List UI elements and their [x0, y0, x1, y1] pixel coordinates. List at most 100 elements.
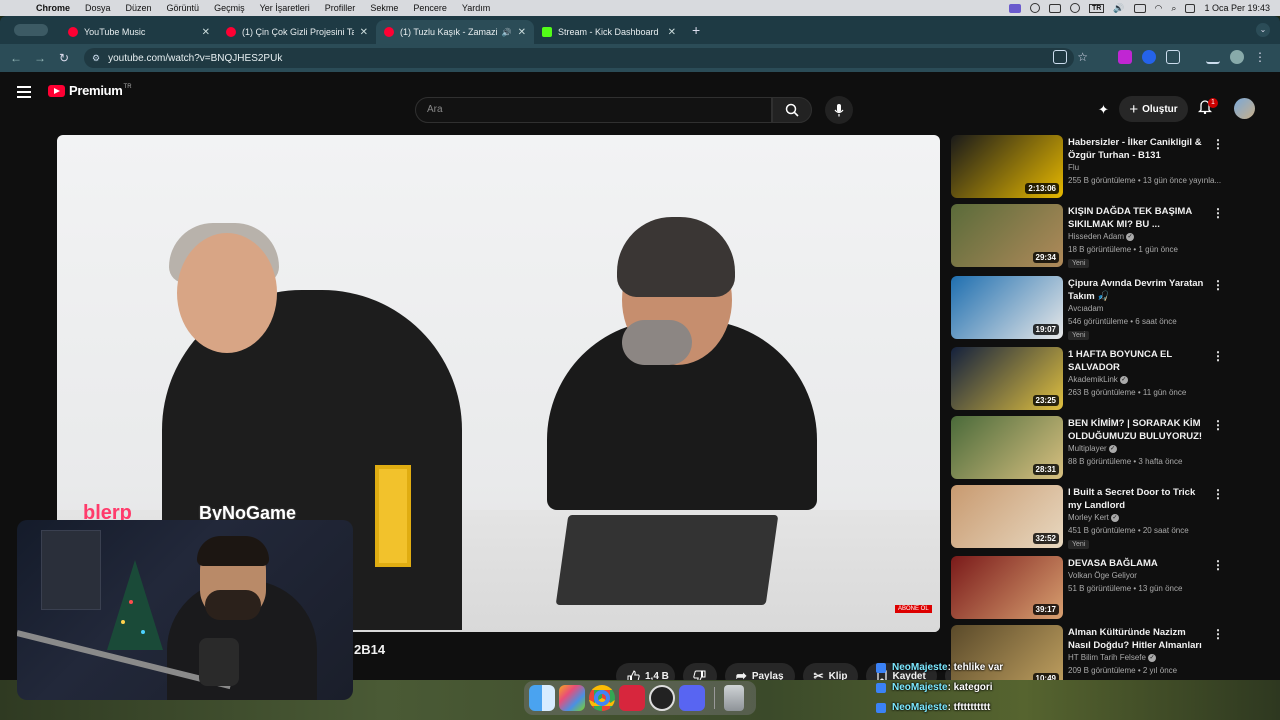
extensions-puzzle-icon[interactable]: [1166, 50, 1180, 64]
share-button[interactable]: ➦ Paylaş: [724, 663, 795, 680]
chrome-app-icon[interactable]: [589, 685, 615, 711]
more-options-icon[interactable]: ⋮: [1212, 627, 1224, 641]
trash-app-icon[interactable]: [724, 685, 744, 711]
display-icon[interactable]: [1133, 3, 1146, 13]
audio-icon[interactable]: [1069, 3, 1080, 13]
menubar-app-name[interactable]: Chrome: [36, 3, 70, 13]
close-tab-icon[interactable]: ✕: [202, 27, 210, 38]
recommendation-channel[interactable]: Volkan Öge Geliyor: [1068, 571, 1137, 580]
back-arrow-icon[interactable]: ←: [4, 51, 28, 65]
control-center-icon[interactable]: [1185, 3, 1196, 13]
recommendation-title[interactable]: BEN KİMİM? | SORARAK KİM OLDUĞUMUZU BULU…: [1068, 417, 1208, 443]
channel-name[interactable]: Avcıadam: [1068, 304, 1103, 313]
youtube-premium-logo[interactable]: Premium TR: [48, 83, 132, 98]
menu-sekme[interactable]: Sekme: [370, 3, 398, 13]
recommendation-title[interactable]: 1 HAFTA BOYUNCA EL SALVADOR TELEVİZYONLA…: [1068, 348, 1208, 374]
launchpad-app-icon[interactable]: [559, 685, 585, 711]
recommendation-item[interactable]: 19:07 Çipura Avında Devrim Yaratan Takım …: [950, 276, 1230, 342]
account-avatar[interactable]: [1234, 98, 1255, 119]
forward-arrow-icon[interactable]: →: [28, 51, 52, 65]
channel-name[interactable]: Hisseden Adam: [1068, 232, 1124, 241]
more-options-icon[interactable]: ⋮: [1212, 206, 1224, 220]
create-button[interactable]: + Oluştur: [1119, 96, 1188, 122]
recommendation-channel[interactable]: Avcıadam: [1068, 304, 1103, 313]
menu-gecmis[interactable]: Geçmiş: [214, 3, 245, 13]
video-thumbnail[interactable]: 2:13:06: [951, 135, 1063, 198]
menu-goruntu[interactable]: Görüntü: [167, 3, 200, 13]
recommendation-item[interactable]: 23:25 1 HAFTA BOYUNCA EL SALVADOR TELEVİZ…: [950, 347, 1230, 413]
menu-duzen[interactable]: Düzen: [126, 3, 152, 13]
obs-app-icon[interactable]: [649, 685, 675, 711]
spotlight-search-icon[interactable]: ⌕: [1171, 3, 1176, 14]
recommendation-item[interactable]: 32:52 I Built a Secret Door to Trick my L…: [950, 485, 1230, 551]
like-button[interactable]: 1,4 B: [616, 663, 675, 680]
menu-dosya[interactable]: Dosya: [85, 3, 111, 13]
extension-2-icon[interactable]: [1142, 50, 1156, 64]
recommendation-item[interactable]: 28:31 BEN KİMİM? | SORARAK KİM OLDUĞUMUZU…: [950, 416, 1230, 482]
input-source-indicator[interactable]: TR: [1088, 3, 1105, 13]
tab-kick-dashboard[interactable]: Stream - Kick Dashboard ✕: [534, 20, 684, 44]
channel-name[interactable]: Volkan Öge Geliyor: [1068, 571, 1137, 580]
recommendation-item[interactable]: 29:34 KIŞIN DAĞDA TEK BAŞIMA SIKILMAK MI?…: [950, 204, 1230, 270]
recommendation-channel[interactable]: Flu: [1068, 163, 1079, 172]
channel-name[interactable]: HT Bilim Tarih Felsefe: [1068, 653, 1146, 662]
finder-app-icon[interactable]: [529, 685, 555, 711]
omnibox[interactable]: ⚙ youtube.com/watch?v=BNQJHES2PUk: [84, 48, 1074, 68]
chrome-menu-icon[interactable]: ⋮: [1254, 50, 1266, 64]
screen-share-icon[interactable]: [1008, 3, 1021, 13]
video-thumbnail[interactable]: 29:34: [951, 204, 1063, 267]
url-text[interactable]: youtube.com/watch?v=BNQJHES2PUk: [108, 53, 282, 64]
clip-button[interactable]: ✂ Klip: [802, 663, 859, 680]
channel-name[interactable]: Morley Kert: [1068, 513, 1109, 522]
tab-search-button[interactable]: [14, 24, 48, 36]
premium-sparkle-icon[interactable]: ✦: [1098, 102, 1109, 118]
more-options-icon[interactable]: ⋮: [1212, 278, 1224, 292]
bookmark-star-icon[interactable]: ☆: [1077, 50, 1088, 64]
channel-name[interactable]: Flu: [1068, 163, 1079, 172]
recommendation-channel[interactable]: Multiplayer ✓: [1068, 444, 1117, 453]
close-tab-icon[interactable]: ✕: [518, 27, 526, 38]
close-tab-icon[interactable]: ✕: [360, 27, 368, 38]
more-options-icon[interactable]: ⋮: [1212, 418, 1224, 432]
recommendation-title[interactable]: KIŞIN DAĞDA TEK BAŞIMA SIKILMAK MI? BU .…: [1068, 205, 1208, 231]
hamburger-menu-icon[interactable]: [17, 86, 31, 101]
status-icon[interactable]: [1029, 3, 1040, 13]
recommendation-channel[interactable]: Hisseden Adam ✓: [1068, 232, 1135, 241]
reading-list-icon[interactable]: [1206, 50, 1220, 64]
recommendation-title[interactable]: DEVASA BAĞLAMA: [1068, 557, 1208, 570]
recommendation-title[interactable]: Çipura Avında Devrim Yaratan Takım 🎣: [1068, 277, 1208, 303]
volume-icon[interactable]: 🔊: [1113, 3, 1124, 14]
video-thumbnail[interactable]: 28:31: [951, 416, 1063, 479]
search-input[interactable]: Ara: [415, 97, 772, 123]
grid-icon[interactable]: [1048, 3, 1061, 13]
discord-app-icon[interactable]: [679, 685, 705, 711]
close-tab-icon[interactable]: ✕: [668, 27, 676, 38]
audio-playing-icon[interactable]: 🔊: [502, 28, 512, 37]
menubar-clock[interactable]: 1 Oca Per 19:43: [1204, 3, 1270, 13]
wifi-icon[interactable]: ◠: [1155, 3, 1163, 14]
recommendation-item[interactable]: 2:13:06 Habersizler - İlker Canikligil & …: [950, 135, 1230, 201]
video-thumbnail[interactable]: 23:25: [951, 347, 1063, 410]
voice-search-button[interactable]: [825, 96, 853, 124]
video-thumbnail[interactable]: 32:52: [951, 485, 1063, 548]
new-tab-button[interactable]: +: [692, 22, 700, 38]
channel-name[interactable]: Multiplayer: [1068, 444, 1107, 453]
recommendation-channel[interactable]: AkademikLink ✓: [1068, 375, 1128, 384]
recommendation-item[interactable]: 39:17 DEVASA BAĞLAMA Volkan Öge Geliyor 51 …: [950, 556, 1230, 622]
menu-pencere[interactable]: Pencere: [413, 3, 447, 13]
app-red-icon[interactable]: [619, 685, 645, 711]
more-options-icon[interactable]: ⋮: [1212, 487, 1224, 501]
recommendation-channel[interactable]: HT Bilim Tarih Felsefe ✓: [1068, 653, 1156, 662]
more-options-icon[interactable]: ⋮: [1212, 349, 1224, 363]
more-options-icon[interactable]: ⋮: [1212, 558, 1224, 572]
menu-profiller[interactable]: Profiller: [325, 3, 356, 13]
tab-cin-gizli-proje[interactable]: (1) Çin Çok Gizli Projesini Tan ✕: [218, 20, 376, 44]
search-button[interactable]: [772, 97, 812, 123]
site-info-icon[interactable]: ⚙: [92, 53, 100, 64]
subscribe-tag[interactable]: ABONE OL: [895, 605, 932, 613]
reload-icon[interactable]: ↻: [52, 51, 76, 65]
recommendation-title[interactable]: I Built a Secret Door to Trick my Landlo…: [1068, 486, 1208, 512]
dislike-button[interactable]: [682, 663, 717, 680]
recommendation-title[interactable]: Habersizler - İlker Canikligil & Özgür T…: [1068, 136, 1208, 162]
more-options-icon[interactable]: ⋮: [1212, 137, 1224, 151]
